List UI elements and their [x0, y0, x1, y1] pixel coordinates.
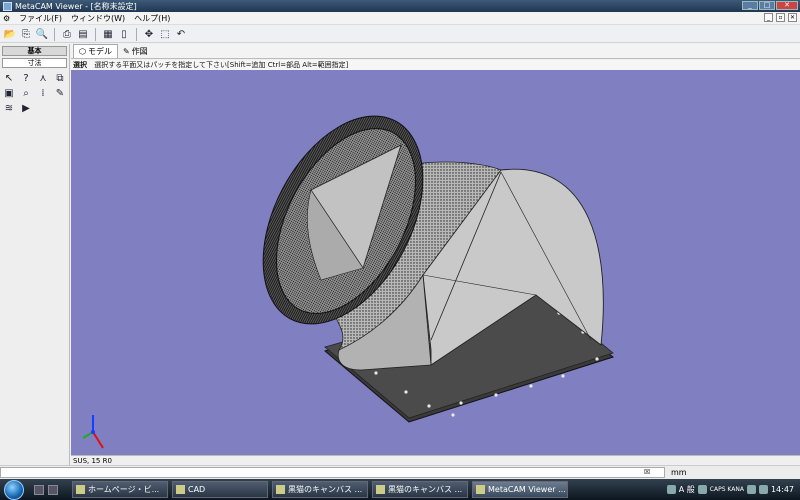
command-close-button[interactable]: ☒ [644, 468, 650, 476]
mdi-controls: _ ▫ ✕ [764, 13, 797, 22]
mdi-restore-button[interactable]: ▫ [776, 13, 785, 22]
taskbar-item-label: 黒猫のキャンバス ... [388, 485, 463, 494]
mdi-minimize-button[interactable]: _ [764, 13, 773, 22]
open-folder-icon[interactable]: 📂 [3, 27, 17, 41]
menu-bar: ⚙ ファイル(F) ウィンドウ(W) ヘルプ(H) _ ▫ ✕ [0, 12, 800, 25]
toolbar-divider [136, 27, 137, 41]
help-icon[interactable] [697, 485, 707, 494]
clock[interactable]: 14:47 [771, 485, 794, 494]
folder-icon [176, 485, 185, 494]
ime-icon[interactable] [666, 485, 676, 494]
app-icon [3, 1, 12, 11]
switch-windows-icon[interactable] [48, 484, 58, 495]
tab-model[interactable]: ⬡ モデル [73, 44, 118, 58]
browser-icon [76, 485, 85, 494]
browser-icon [276, 485, 285, 494]
mdi-close-button[interactable]: ✕ [788, 13, 797, 22]
start-button[interactable] [4, 479, 24, 500]
zoom-icon[interactable]: ⌕ [19, 86, 33, 100]
volume-icon[interactable] [758, 485, 768, 494]
query-icon[interactable]: ? [19, 71, 33, 85]
measure-icon[interactable]: ⋏ [36, 71, 50, 85]
unit-label: mm [671, 468, 687, 477]
select-arrow-icon[interactable]: ↖ [2, 71, 16, 85]
copy-icon[interactable]: ⧉ [53, 71, 67, 85]
page-setup-icon[interactable]: ▤ [76, 27, 90, 41]
toolbar-divider [95, 27, 96, 41]
tab-drawing[interactable]: ✎ 作図 [118, 45, 153, 58]
tab-basic[interactable]: 基本 [2, 46, 67, 56]
taskbar-item-active[interactable]: MetaCAM Viewer ... [472, 481, 568, 498]
show-desktop-icon[interactable] [34, 484, 44, 495]
material-status: SUS, 15 R0 [73, 457, 112, 465]
app-menu-icon[interactable]: ⚙ [3, 14, 10, 23]
left-panel: 基本 寸法 ↖ ? ⋏ ⧉ ▣ ⌕ ⁞ ✎ ≋ ▶ [0, 44, 70, 465]
grid-icon[interactable]: ⁞ [36, 86, 50, 100]
tab-dimension[interactable]: 寸法 [2, 58, 67, 68]
taskbar-item-label: MetaCAM Viewer ... [488, 485, 566, 494]
hint-bar: 選択 選択する平面又はパッチを指定して下さい[Shift=追加 Ctrl=部品 … [71, 60, 800, 70]
title-bar: MetaCAM Viewer - [名称未設定] _ □ ✕ [0, 0, 800, 12]
print-icon[interactable]: ⎙ [60, 27, 74, 41]
note-icon[interactable]: ✎ [53, 86, 67, 100]
minimize-button[interactable]: _ [742, 1, 758, 10]
menu-file[interactable]: ファイル(F) [19, 13, 62, 24]
pan-icon[interactable]: ✥ [142, 27, 156, 41]
quick-launch [34, 484, 58, 495]
taskbar-item[interactable]: 黒猫のキャンバス ... [372, 481, 468, 498]
command-input[interactable] [0, 467, 665, 478]
taskbar-item-label: 黒猫のキャンバス ... [288, 485, 363, 494]
duct-model[interactable] [230, 89, 615, 423]
pencil-icon: ✎ [122, 47, 130, 56]
play-icon[interactable]: ▶ [19, 101, 33, 115]
export-icon[interactable]: ⎘ [19, 27, 33, 41]
taskbar-item-label: CAD [188, 485, 206, 494]
document-icon[interactable]: ▯ [117, 27, 131, 41]
window-title: MetaCAM Viewer - [名称未設定] [15, 1, 137, 11]
browser-icon [376, 485, 385, 494]
menu-help[interactable]: ヘルプ(H) [134, 13, 170, 24]
close-button[interactable]: ✕ [776, 1, 798, 10]
mode-tabs: ⬡ モデル ✎ 作図 [71, 44, 800, 59]
tool-palette: ↖ ? ⋏ ⧉ ▣ ⌕ ⁞ ✎ ≋ ▶ [0, 68, 69, 118]
taskbar-item[interactable]: 黒猫のキャンバス ... [272, 481, 368, 498]
hint-text: 選択する平面又はパッチを指定して下さい[Shift=追加 Ctrl=部品 Alt… [94, 61, 349, 69]
menu-window[interactable]: ウィンドウ(W) [71, 13, 125, 24]
main-toolbar: 📂 ⎘ 🔍 ⎙ ▤ ▦ ▯ ✥ ⬚ ↶ [0, 26, 800, 43]
axis-gizmo [82, 415, 104, 449]
tab-drawing-label: 作図 [131, 47, 148, 56]
taskbar-item[interactable]: ホームページ・ビ... [72, 481, 168, 498]
layers-icon[interactable]: ≋ [2, 101, 16, 115]
status-bar: SUS, 15 R0 [71, 455, 800, 465]
system-tray: A 般 CAPS KANA 14:47 [666, 481, 800, 498]
print-preview-icon[interactable]: 🔍 [35, 27, 49, 41]
tab-model-label: モデル [87, 47, 112, 56]
cube-icon: ⬡ [79, 47, 86, 56]
hint-mode: 選択 [73, 61, 87, 69]
network-icon[interactable] [746, 485, 756, 494]
taskbar-item-label: ホームページ・ビ... [88, 485, 160, 494]
zoom-previous-icon[interactable]: ↶ [174, 27, 188, 41]
model-canvas [82, 89, 615, 449]
properties-icon[interactable]: ▦ [101, 27, 115, 41]
toolbar-divider [54, 27, 55, 41]
3d-viewport[interactable] [71, 70, 800, 455]
taskbar-item[interactable]: CAD [172, 481, 268, 498]
os-taskbar: ホームページ・ビ... CAD 黒猫のキャンバス ... 黒猫のキャンバス ..… [0, 479, 800, 500]
view-icon[interactable]: ▣ [2, 86, 16, 100]
maximize-button[interactable]: □ [759, 1, 775, 10]
window-controls: _ □ ✕ [742, 1, 798, 10]
zoom-window-icon[interactable]: ⬚ [158, 27, 172, 41]
ime-mode[interactable]: A 般 [679, 484, 695, 495]
command-bar: ☒ mm [0, 465, 800, 479]
metacam-icon [476, 485, 485, 494]
caps-kana-indicator: CAPS KANA [709, 486, 744, 493]
